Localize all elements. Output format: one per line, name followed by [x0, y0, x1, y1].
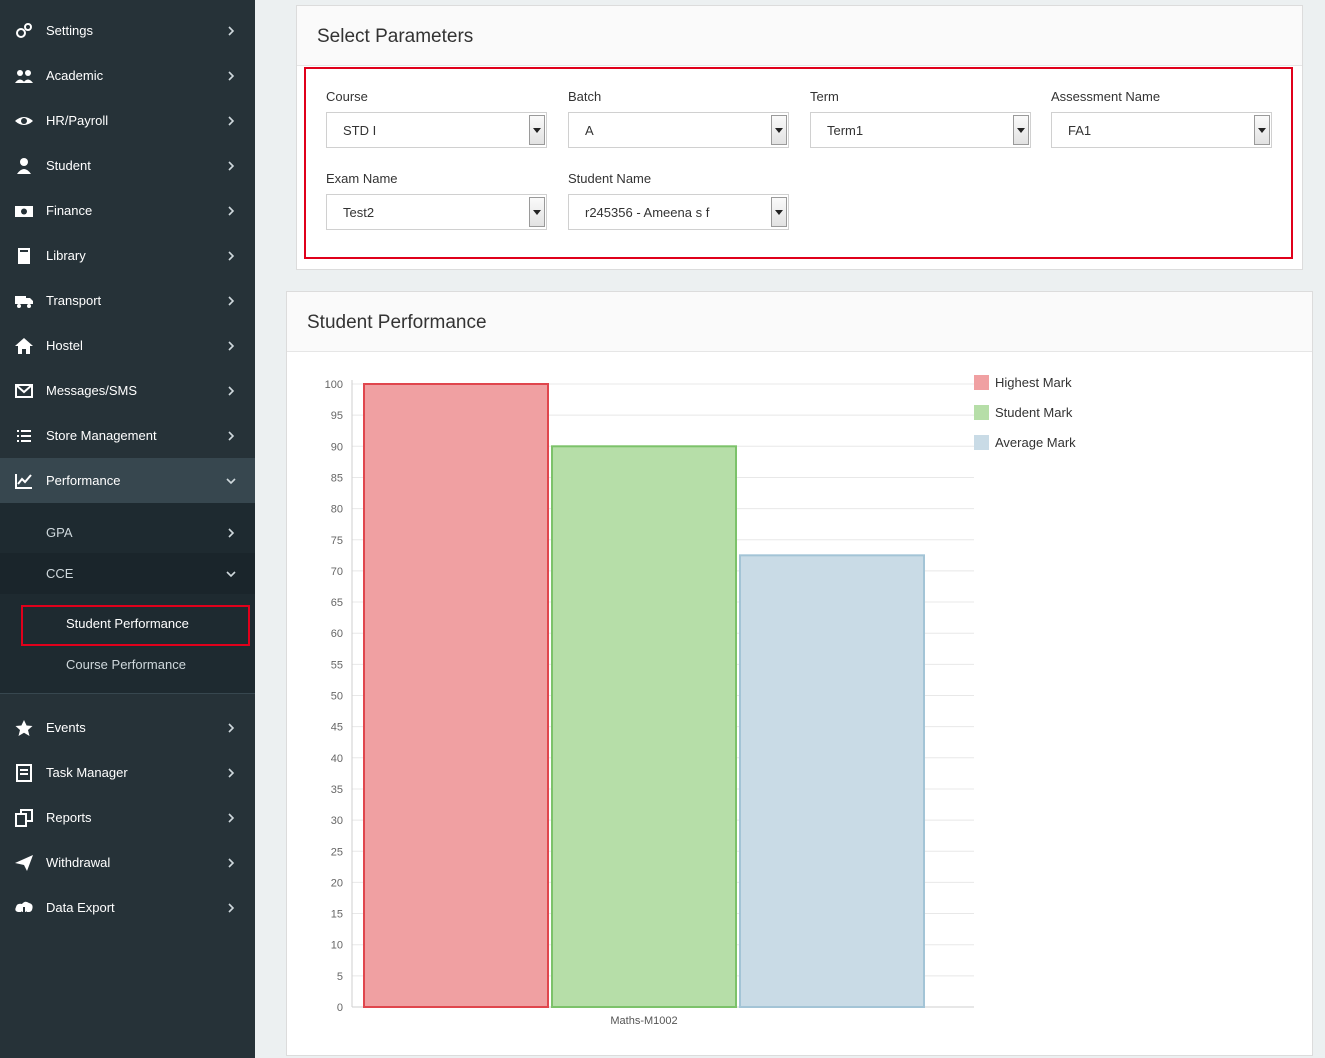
- legend-item[interactable]: Student Mark: [974, 404, 1072, 420]
- y-tick-label: 45: [331, 722, 343, 734]
- y-tick-label: 55: [331, 659, 343, 671]
- legend-label: Highest Mark: [995, 374, 1072, 390]
- legend-swatch: [974, 404, 989, 420]
- y-tick-label: 85: [331, 472, 343, 484]
- y-tick-label: 90: [331, 441, 343, 453]
- y-tick-label: 5: [337, 971, 343, 983]
- performance-chart: 0 5 10 15 20 25 30 35 40 45 50 55 60 65 70 75 80 85 90 95 10…: [325, 379, 974, 1027]
- y-tick-label: 25: [331, 846, 343, 858]
- legend-swatch: [974, 374, 989, 390]
- y-tick-label: 70: [331, 566, 343, 578]
- y-tick-label: 95: [331, 410, 343, 422]
- y-tick-label: 0: [337, 1002, 343, 1014]
- legend-item[interactable]: Average Mark: [974, 434, 1076, 450]
- y-tick-label: 100: [325, 379, 343, 391]
- legend-item[interactable]: Highest Mark: [974, 374, 1072, 390]
- bar-highest-mark: [363, 383, 549, 1008]
- y-tick-label: 15: [331, 909, 343, 921]
- y-tick-label: 35: [331, 784, 343, 796]
- x-tick-label: Maths-M1002: [610, 1015, 677, 1027]
- legend-label: Average Mark: [995, 434, 1076, 450]
- y-tick-label: 75: [331, 535, 343, 547]
- y-tick-label: 65: [331, 597, 343, 609]
- y-tick-label: 50: [331, 691, 343, 703]
- legend-label: Student Mark: [995, 404, 1073, 420]
- y-tick-label: 10: [331, 940, 343, 952]
- legend-swatch: [974, 434, 989, 450]
- y-tick-label: 20: [331, 877, 343, 889]
- y-tick-label: 30: [331, 815, 343, 827]
- bar-student-mark: [551, 445, 737, 1008]
- bar-average-mark: [739, 554, 925, 1008]
- y-tick-label: 80: [331, 504, 343, 516]
- y-tick-label: 40: [331, 753, 343, 765]
- y-tick-label: 60: [331, 628, 343, 640]
